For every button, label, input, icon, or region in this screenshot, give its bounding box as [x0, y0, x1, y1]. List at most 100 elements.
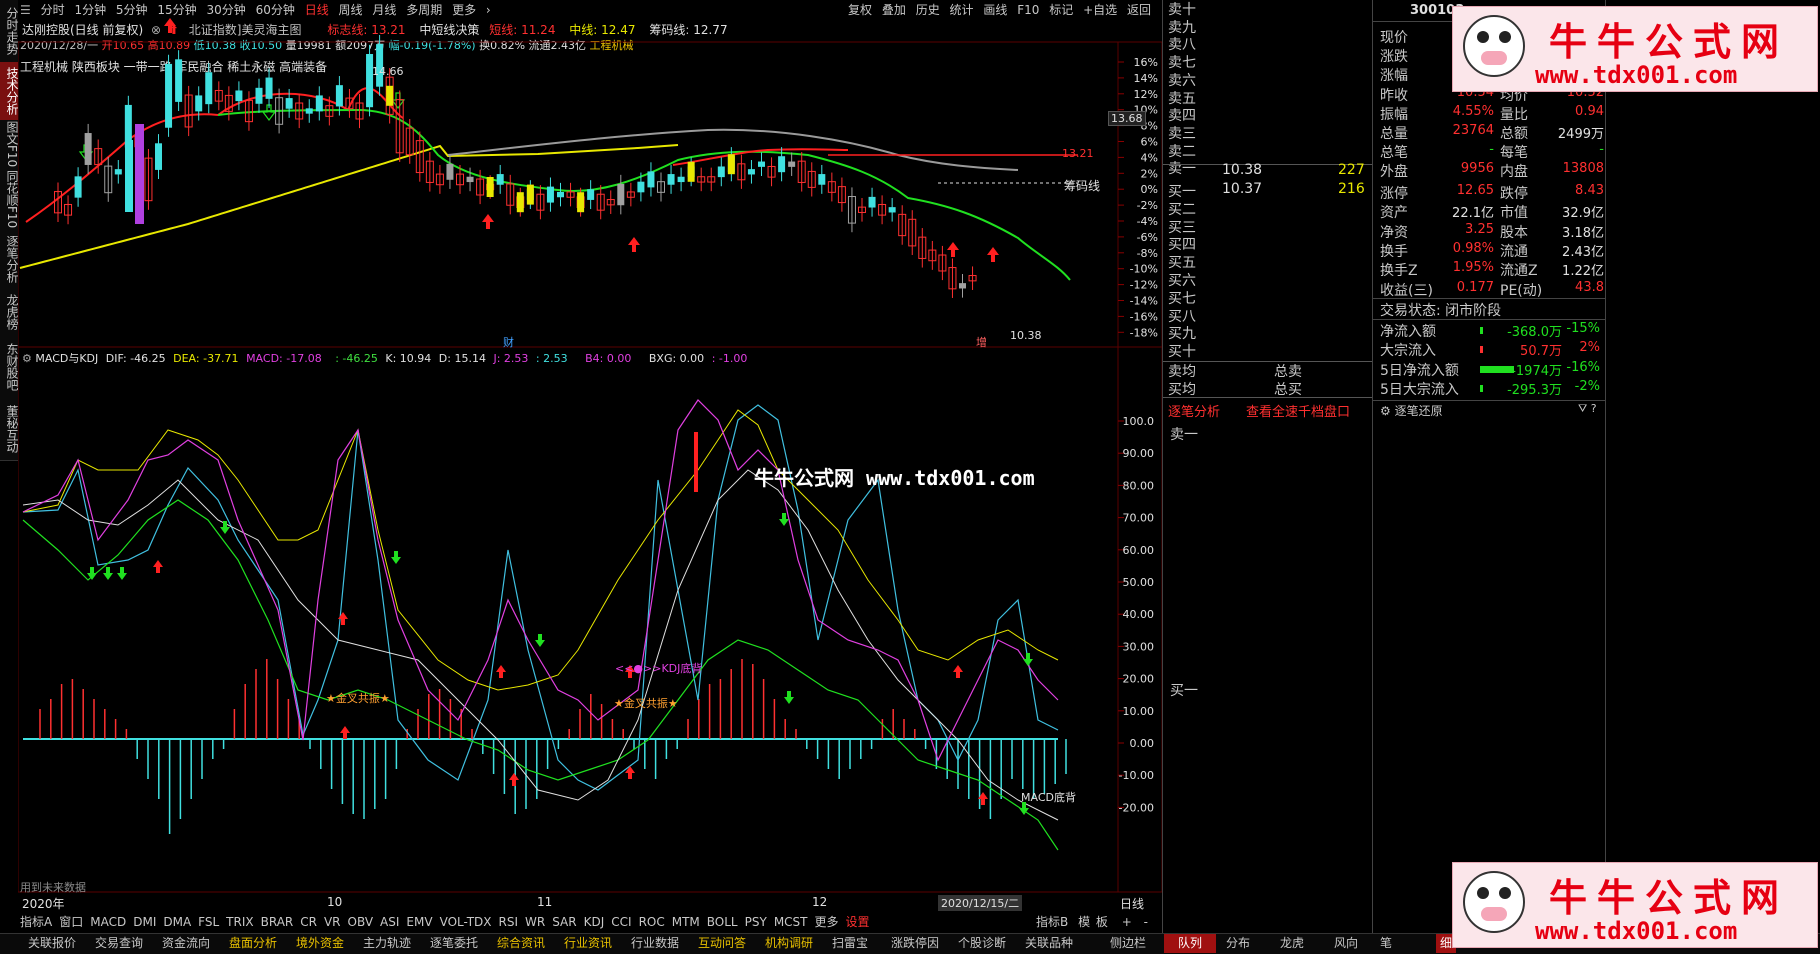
tab-queue[interactable]: 队列	[1164, 934, 1216, 953]
bottom-tab-8[interactable]: 行业资讯	[564, 934, 612, 953]
indicator-tab-1[interactable]: 窗口	[59, 915, 83, 929]
indicator-tab-14[interactable]: RSI	[499, 915, 519, 929]
bottom-tab-12[interactable]: 扫雷宝	[832, 934, 868, 953]
flag-line-tag: 13.21	[1062, 147, 1094, 160]
indicator-tab-7[interactable]: BRAR	[261, 915, 294, 929]
indicator-tab-18[interactable]: CCI	[611, 915, 631, 929]
macd-value: MACD: -17.08	[246, 352, 322, 365]
bottom-tab-9[interactable]: 行业数据	[631, 934, 679, 953]
indicator-tab-21[interactable]: BOLL	[707, 915, 738, 929]
indicator-tab-11[interactable]: ASI	[380, 915, 399, 929]
candle-body	[818, 174, 826, 185]
candle-body	[758, 161, 765, 167]
bottom-tab-11[interactable]: 机构调研	[765, 934, 813, 953]
indicator-tab-23[interactable]: MCST	[774, 915, 808, 929]
candle-body	[366, 54, 374, 108]
quote-value: 22.1亿	[1452, 206, 1494, 222]
bottom-tab-15[interactable]: 关联品种	[1025, 934, 1073, 953]
x-label-10: 10	[327, 895, 343, 909]
bottom-tab-1[interactable]: 交易查询	[95, 934, 143, 953]
indicator-tab-16[interactable]: SAR	[552, 915, 576, 929]
quote-value: 0.98%	[1452, 240, 1494, 256]
full-depth-link[interactable]: 查看全速千档盘口	[1246, 401, 1350, 420]
indicator-tab-20[interactable]: MTM	[672, 915, 700, 929]
candle-body	[667, 174, 675, 185]
bottom-tab-14[interactable]: 个股诊断	[958, 934, 1006, 953]
indicator-tab-0[interactable]: 指标A	[20, 915, 52, 929]
tab-wind[interactable]: 风向	[1334, 934, 1358, 953]
bottom-tab-0[interactable]: 关联报价	[28, 934, 76, 953]
zoom-in-button[interactable]: +	[1122, 915, 1132, 929]
tab-tick[interactable]: 笔	[1380, 934, 1392, 953]
bottom-tab-2[interactable]: 资金流向	[162, 934, 210, 953]
bottom-tab-6[interactable]: 逐笔委托	[430, 934, 478, 953]
indicator-tab-15[interactable]: WR	[525, 915, 545, 929]
indicator-tab-10[interactable]: OBV	[348, 915, 374, 929]
indicator-tab-12[interactable]: EMV	[406, 915, 432, 929]
side-tab-tech[interactable]: 技术分析	[0, 62, 19, 121]
quote-value: 1.95%	[1452, 260, 1494, 276]
flow-bar	[1480, 384, 1483, 392]
indicator-tab-13[interactable]: VOL-TDX	[440, 915, 492, 929]
logo-url: www.tdx001.com	[1535, 61, 1738, 89]
bottom-tab-7[interactable]: 综合资讯	[497, 934, 545, 953]
indicator-tab-9[interactable]: VR	[324, 915, 341, 929]
sell1-price: 10.38	[1222, 162, 1263, 178]
candle-body-yellow	[577, 192, 585, 213]
quote-label: 量比	[1500, 106, 1528, 123]
indicator-b-button[interactable]: 指标B	[1036, 915, 1068, 929]
main-y-tick-label: -18%	[1130, 326, 1158, 339]
total-buy-label: 总买	[1274, 382, 1302, 398]
bottom-tab-10[interactable]: 互动问答	[698, 934, 746, 953]
indicator-tab-2[interactable]: MACD	[90, 915, 126, 929]
main-y-ticks: 16%14%12%10%8%6%4%2%0%-2%-4%-6%-8%-10%-1…	[1118, 56, 1158, 339]
side-tab-dongmi[interactable]: 董秘互动	[0, 398, 19, 461]
board-button[interactable]: 板	[1096, 915, 1108, 929]
side-tab-lhb[interactable]: 龙虎榜	[0, 288, 19, 337]
quote-label: 昨收	[1380, 87, 1408, 104]
chip-line-tag: 筹码线	[1064, 179, 1101, 193]
sub-name[interactable]: MACD与KDJ	[35, 352, 98, 365]
buy-arrow-icon	[164, 18, 176, 33]
zoom-out-button[interactable]: -	[1144, 915, 1148, 929]
indicator-tab-5[interactable]: FSL	[198, 915, 219, 929]
indicator-tab-4[interactable]: DMA	[163, 915, 191, 929]
template-button[interactable]: 模	[1078, 915, 1090, 929]
indicator-tab-3[interactable]: DMI	[133, 915, 156, 929]
indicator-tab-6[interactable]: TRIX	[226, 915, 253, 929]
side-tab-guba[interactable]: 东财股吧	[0, 336, 19, 399]
macd-histogram	[39, 659, 1067, 834]
bottom-tab-13[interactable]: 涨跌停因	[891, 934, 939, 953]
flow-label: 大宗流入	[1380, 343, 1436, 360]
sub-y-tick-label: 100.0	[1123, 415, 1155, 428]
bottom-tab-3[interactable]: 盘面分析	[229, 934, 277, 953]
avg-sell-label: 卖均	[1168, 364, 1196, 380]
indicator-tab-8[interactable]: CR	[300, 915, 317, 929]
d-value: D: 15.14	[438, 352, 486, 365]
side-tab-f10[interactable]: 图文F10	[0, 120, 19, 169]
marker-cai[interactable]: 财	[503, 334, 514, 350]
marker-zeng[interactable]: 增	[976, 334, 987, 350]
sidebar-toggle[interactable]: 侧边栏	[1110, 934, 1146, 953]
tab-distribution[interactable]: 分布	[1226, 934, 1250, 953]
tab-dragon[interactable]: 龙虎	[1280, 934, 1304, 953]
indicator-tab-17[interactable]: KDJ	[584, 915, 605, 929]
bottom-tab-5[interactable]: 主力轨迹	[363, 934, 411, 953]
side-tab-tick[interactable]: 逐笔分析	[0, 230, 19, 289]
gear-icon[interactable]: ⚙	[1380, 404, 1391, 418]
bottom-tab-4[interactable]: 境外资金	[296, 934, 344, 953]
main-y-tick-label: -2%	[1137, 199, 1158, 212]
indicator-tab-22[interactable]: PSY	[745, 915, 767, 929]
indicator-tab-19[interactable]: ROC	[639, 915, 665, 929]
indicator-bar: 指标A 窗口 MACD DMI DMA FSL TRIX BRAR CR VR OBV ASI EMV V…	[20, 913, 877, 931]
tick-analysis-tab[interactable]: 逐笔分析	[1168, 401, 1220, 420]
side-tab-fenshi[interactable]: 分时走势	[0, 0, 19, 63]
gear-icon[interactable]: ⚙	[22, 352, 32, 365]
price-tag: 13.68	[1108, 111, 1146, 126]
sell-level-label: 卖一	[1168, 161, 1196, 178]
main-y-tick-label: -8%	[1137, 247, 1158, 260]
filter-icon[interactable]: ⛛ ?	[1578, 402, 1597, 416]
side-tab-ths[interactable]: 同花顺F10	[0, 168, 19, 231]
indicator-tab-25[interactable]: 设置	[846, 915, 870, 929]
indicator-tab-24[interactable]: 更多	[815, 915, 839, 929]
